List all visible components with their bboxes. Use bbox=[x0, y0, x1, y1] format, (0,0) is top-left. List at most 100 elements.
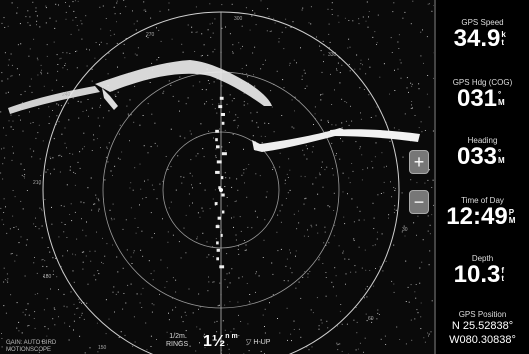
noise-speck bbox=[321, 161, 323, 163]
noise-speck bbox=[156, 198, 158, 200]
noise-speck bbox=[264, 122, 266, 124]
noise-speck bbox=[127, 284, 129, 286]
noise-speck bbox=[428, 106, 430, 108]
noise-speck bbox=[133, 23, 135, 25]
noise-speck bbox=[303, 203, 305, 205]
noise-speck bbox=[5, 312, 7, 314]
noise-speck bbox=[137, 47, 139, 49]
noise-speck bbox=[159, 183, 161, 185]
noise-speck bbox=[320, 50, 322, 52]
noise-speck bbox=[243, 92, 245, 94]
noise-speck bbox=[143, 9, 145, 11]
noise-speck bbox=[29, 16, 31, 18]
noise-speck bbox=[368, 11, 370, 12]
noise-speck bbox=[121, 151, 123, 153]
noise-speck bbox=[113, 218, 115, 220]
gps-cog-field[interactable]: GPS Hdg (COG) 031° M bbox=[436, 78, 529, 111]
noise-speck bbox=[293, 320, 295, 322]
noise-speck bbox=[185, 314, 187, 316]
noise-speck bbox=[110, 217, 112, 219]
noise-speck bbox=[237, 248, 239, 250]
gps-position-field[interactable]: GPS Position N 25.52838° W080.30838° bbox=[436, 310, 529, 347]
zoom-out-button[interactable]: − bbox=[409, 190, 429, 214]
noise-speck bbox=[28, 314, 30, 316]
noise-speck bbox=[195, 31, 197, 33]
noise-speck bbox=[277, 214, 279, 216]
noise-speck bbox=[281, 31, 283, 33]
time-field[interactable]: Time of Day 12:49P M bbox=[436, 196, 529, 229]
heading-field[interactable]: Heading 033° M bbox=[436, 136, 529, 169]
noise-speck bbox=[372, 167, 374, 169]
noise-speck bbox=[317, 193, 319, 195]
noise-speck bbox=[399, 59, 401, 61]
noise-speck bbox=[4, 52, 6, 54]
noise-speck bbox=[134, 85, 136, 87]
noise-speck bbox=[38, 124, 40, 126]
depth-field[interactable]: Depth 10.3f t bbox=[436, 254, 529, 287]
noise-speck bbox=[158, 57, 160, 58]
orientation-mode[interactable]: ▽ H-UP bbox=[246, 338, 270, 346]
noise-speck bbox=[76, 308, 78, 309]
noise-speck bbox=[331, 124, 333, 126]
noise-speck bbox=[136, 20, 138, 22]
noise-speck bbox=[341, 350, 343, 352]
noise-speck bbox=[348, 20, 350, 21]
noise-speck bbox=[126, 249, 128, 251]
noise-speck bbox=[431, 10, 433, 12]
noise-speck bbox=[175, 306, 177, 308]
noise-speck bbox=[113, 6, 115, 8]
noise-speck bbox=[45, 5, 47, 7]
noise-speck bbox=[36, 272, 38, 274]
noise-speck bbox=[194, 51, 196, 52]
noise-speck bbox=[62, 52, 64, 54]
noise-speck bbox=[87, 283, 89, 285]
noise-speck bbox=[283, 48, 285, 50]
noise-speck bbox=[427, 215, 429, 217]
gps-position-label: GPS Position bbox=[458, 310, 507, 319]
noise-speck bbox=[192, 187, 193, 189]
noise-speck bbox=[241, 68, 243, 69]
noise-speck bbox=[334, 89, 335, 91]
noise-speck bbox=[325, 277, 327, 278]
noise-speck bbox=[281, 204, 283, 206]
noise-speck bbox=[12, 146, 13, 148]
wake-echo bbox=[221, 121, 225, 125]
noise-speck bbox=[1, 219, 3, 221]
noise-speck bbox=[196, 31, 198, 33]
noise-speck bbox=[67, 250, 68, 252]
noise-speck bbox=[290, 333, 292, 335]
noise-speck bbox=[5, 206, 6, 208]
noise-speck bbox=[229, 282, 231, 284]
noise-speck bbox=[355, 141, 357, 143]
noise-speck bbox=[74, 313, 76, 315]
noise-speck bbox=[4, 27, 6, 28]
wake-echo bbox=[216, 160, 222, 164]
radar-display[interactable]: 300 330 270 240 210 180 30 60 150 + − GA… bbox=[0, 0, 434, 354]
noise-speck bbox=[360, 112, 361, 114]
noise-speck bbox=[200, 55, 202, 57]
gps-speed-field[interactable]: GPS Speed 34.9k t bbox=[436, 18, 529, 51]
noise-speck bbox=[1, 333, 2, 334]
noise-speck bbox=[379, 266, 381, 268]
noise-speck bbox=[167, 168, 169, 170]
noise-speck bbox=[150, 212, 152, 214]
noise-speck bbox=[221, 4, 223, 6]
noise-speck bbox=[11, 2, 13, 4]
range-readout[interactable]: 1½n m bbox=[203, 333, 238, 351]
noise-speck bbox=[108, 142, 110, 144]
noise-speck bbox=[365, 313, 367, 315]
noise-speck bbox=[302, 7, 304, 9]
noise-speck bbox=[331, 168, 333, 170]
noise-speck bbox=[345, 120, 347, 122]
noise-speck bbox=[142, 287, 144, 289]
noise-speck bbox=[83, 132, 85, 134]
zoom-in-button[interactable]: + bbox=[409, 150, 429, 174]
noise-speck bbox=[361, 154, 363, 156]
noise-speck bbox=[98, 200, 100, 202]
noise-speck bbox=[336, 69, 338, 71]
noise-speck bbox=[82, 111, 84, 112]
noise-speck bbox=[50, 158, 52, 160]
noise-speck bbox=[289, 169, 291, 171]
noise-speck bbox=[341, 127, 343, 129]
noise-speck bbox=[428, 335, 429, 337]
